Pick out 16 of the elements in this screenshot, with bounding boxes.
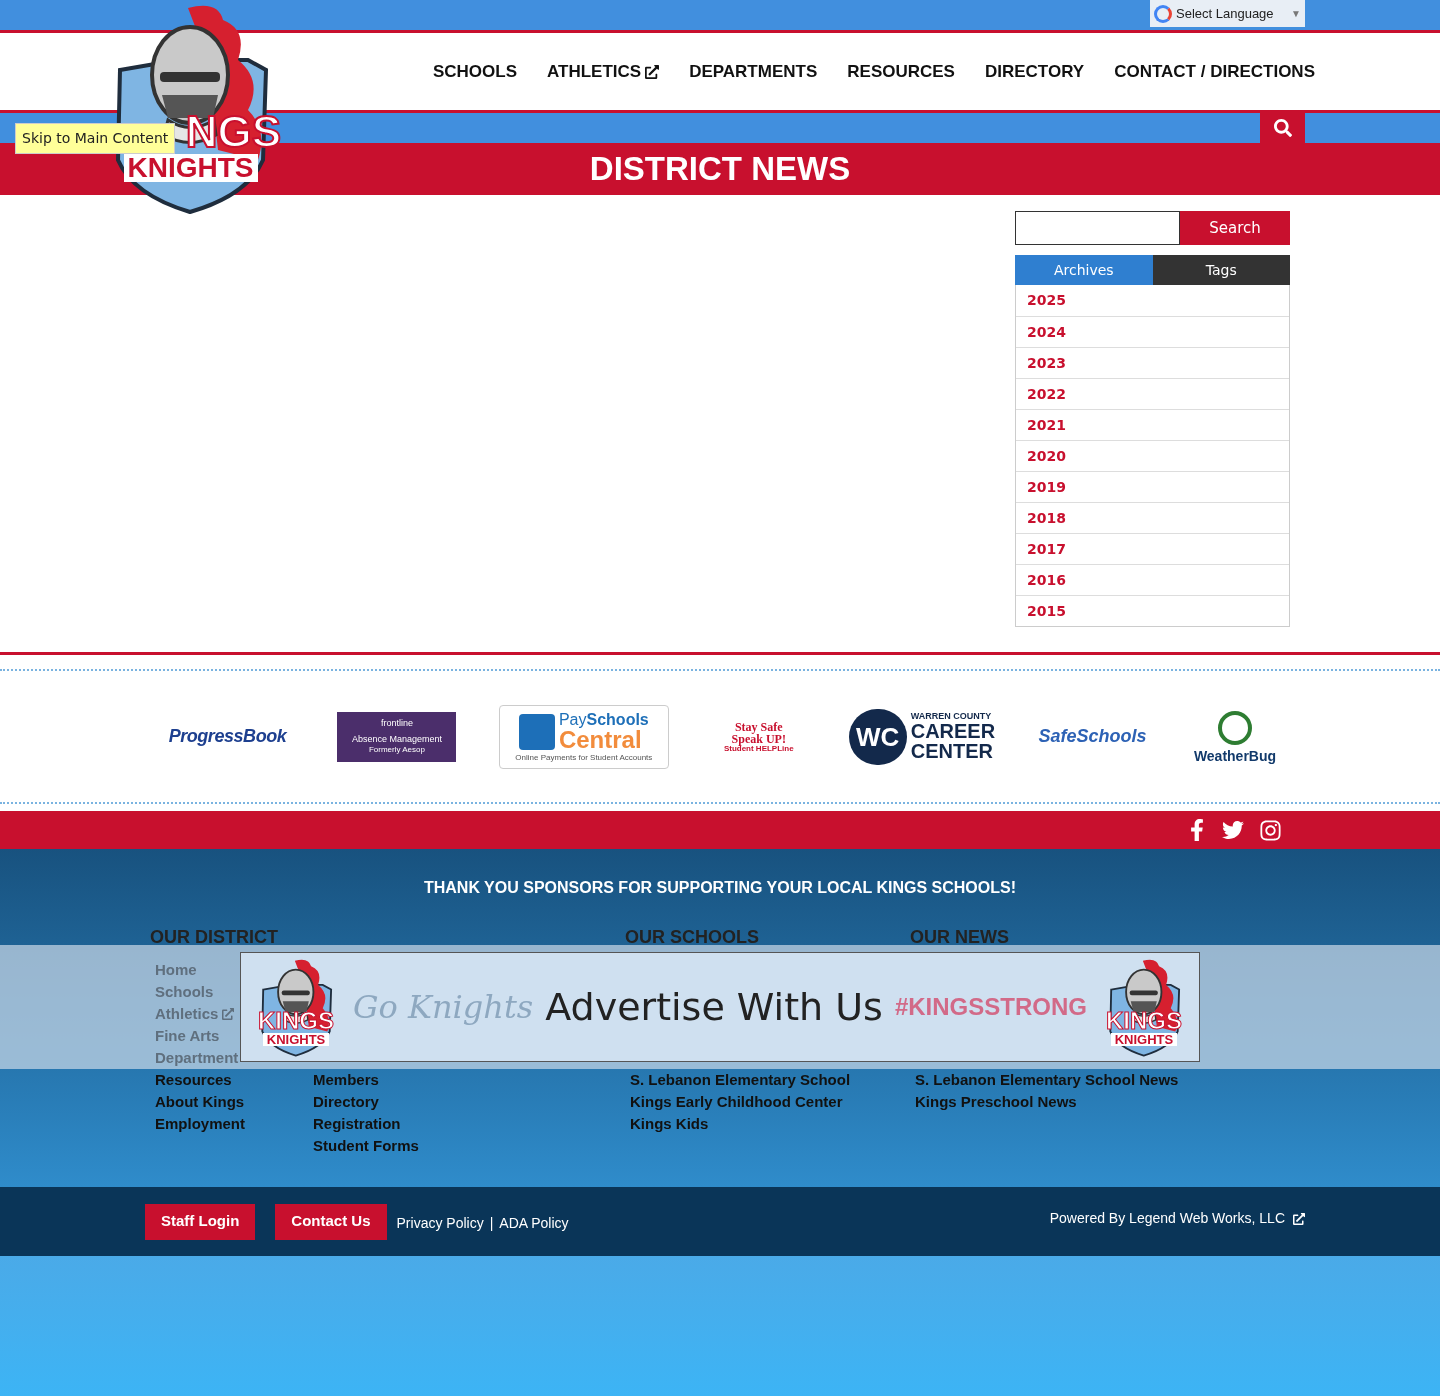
dropdown-caret-icon: ▼ [1291,6,1301,21]
sponsor-message: THANK YOU SPONSORS FOR SUPPORTING YOUR LOCAL KINGS SCHOOLS! [422,878,1018,898]
footer-heading: OUR NEWS [910,926,1010,948]
ad-hashtag: #KINGSSTRONG [894,992,1087,1022]
ad-title: Advertise With Us [545,983,883,1031]
footer-heading: OUR DISTRICT [150,926,279,948]
logo-wordmark: KINGS [1105,1009,1182,1033]
logo-subtitle: KNIGHTS [1110,1033,1178,1046]
logo-wordmark: KINGS [258,1009,334,1033]
footer-heading: OUR SCHOOLS [625,926,760,948]
logo-wordmark: NGS [185,110,281,154]
ad-script-text: Go Knights [353,987,534,1028]
logo-subtitle: KNIGHTS [123,154,258,182]
logo-subtitle: KNIGHTS [262,1033,330,1046]
link-separator: | [489,1214,494,1233]
page-title: DISTRICT NEWS [589,149,851,190]
